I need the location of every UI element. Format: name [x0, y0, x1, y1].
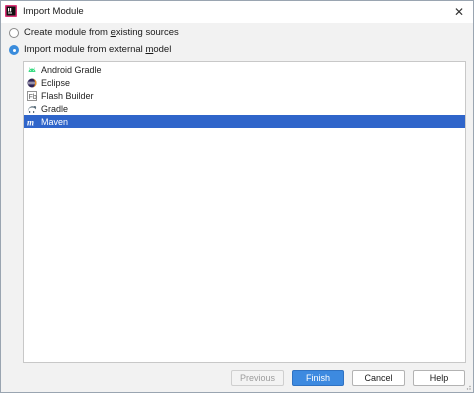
- list-item-flash-builder[interactable]: Fb Flash Builder: [24, 89, 465, 102]
- list-item-android-gradle[interactable]: Android Gradle: [24, 63, 465, 76]
- option-existing-sources[interactable]: Create module from existing sources: [9, 27, 179, 38]
- external-model-list[interactable]: Android Gradle Eclipse Fb Flash Builder: [23, 61, 466, 363]
- list-item-gradle[interactable]: Gradle: [24, 102, 465, 115]
- gradle-icon: [27, 105, 37, 113]
- close-button[interactable]: ✕: [451, 4, 467, 20]
- list-item-label: Eclipse: [41, 77, 71, 88]
- option-external-model-label: Import module from external model: [24, 44, 172, 55]
- option-existing-sources-label: Create module from existing sources: [24, 27, 179, 38]
- resize-grip-icon[interactable]: [463, 382, 471, 390]
- dialog-title: Import Module: [23, 6, 84, 17]
- intellij-app-icon: [5, 5, 17, 17]
- list-item-label: Android Gradle: [41, 64, 102, 75]
- finish-button[interactable]: Finish: [292, 370, 344, 386]
- cancel-button[interactable]: Cancel: [352, 370, 405, 386]
- flash-builder-icon: Fb: [27, 90, 37, 101]
- list-item-maven[interactable]: m Maven: [24, 115, 465, 128]
- list-item-eclipse[interactable]: Eclipse: [24, 76, 465, 89]
- import-module-dialog: Import Module ✕ Create module from exist…: [0, 0, 474, 393]
- list-item-label: Flash Builder: [41, 90, 94, 101]
- radio-external-model[interactable]: [9, 44, 19, 55]
- list-item-label: Maven: [41, 116, 69, 127]
- svg-text:m: m: [27, 117, 34, 127]
- maven-icon: m: [27, 117, 34, 127]
- previous-button[interactable]: Previous: [231, 370, 284, 386]
- svg-text:Fb: Fb: [29, 93, 37, 100]
- android-icon: [28, 66, 36, 72]
- title-bar: Import Module ✕: [1, 1, 473, 23]
- list-item-label: Gradle: [41, 103, 69, 114]
- eclipse-icon: [27, 78, 37, 87]
- radio-existing-sources[interactable]: [9, 27, 19, 38]
- help-button[interactable]: Help: [413, 370, 465, 386]
- close-icon: ✕: [453, 5, 465, 19]
- option-external-model[interactable]: Import module from external model: [9, 44, 171, 55]
